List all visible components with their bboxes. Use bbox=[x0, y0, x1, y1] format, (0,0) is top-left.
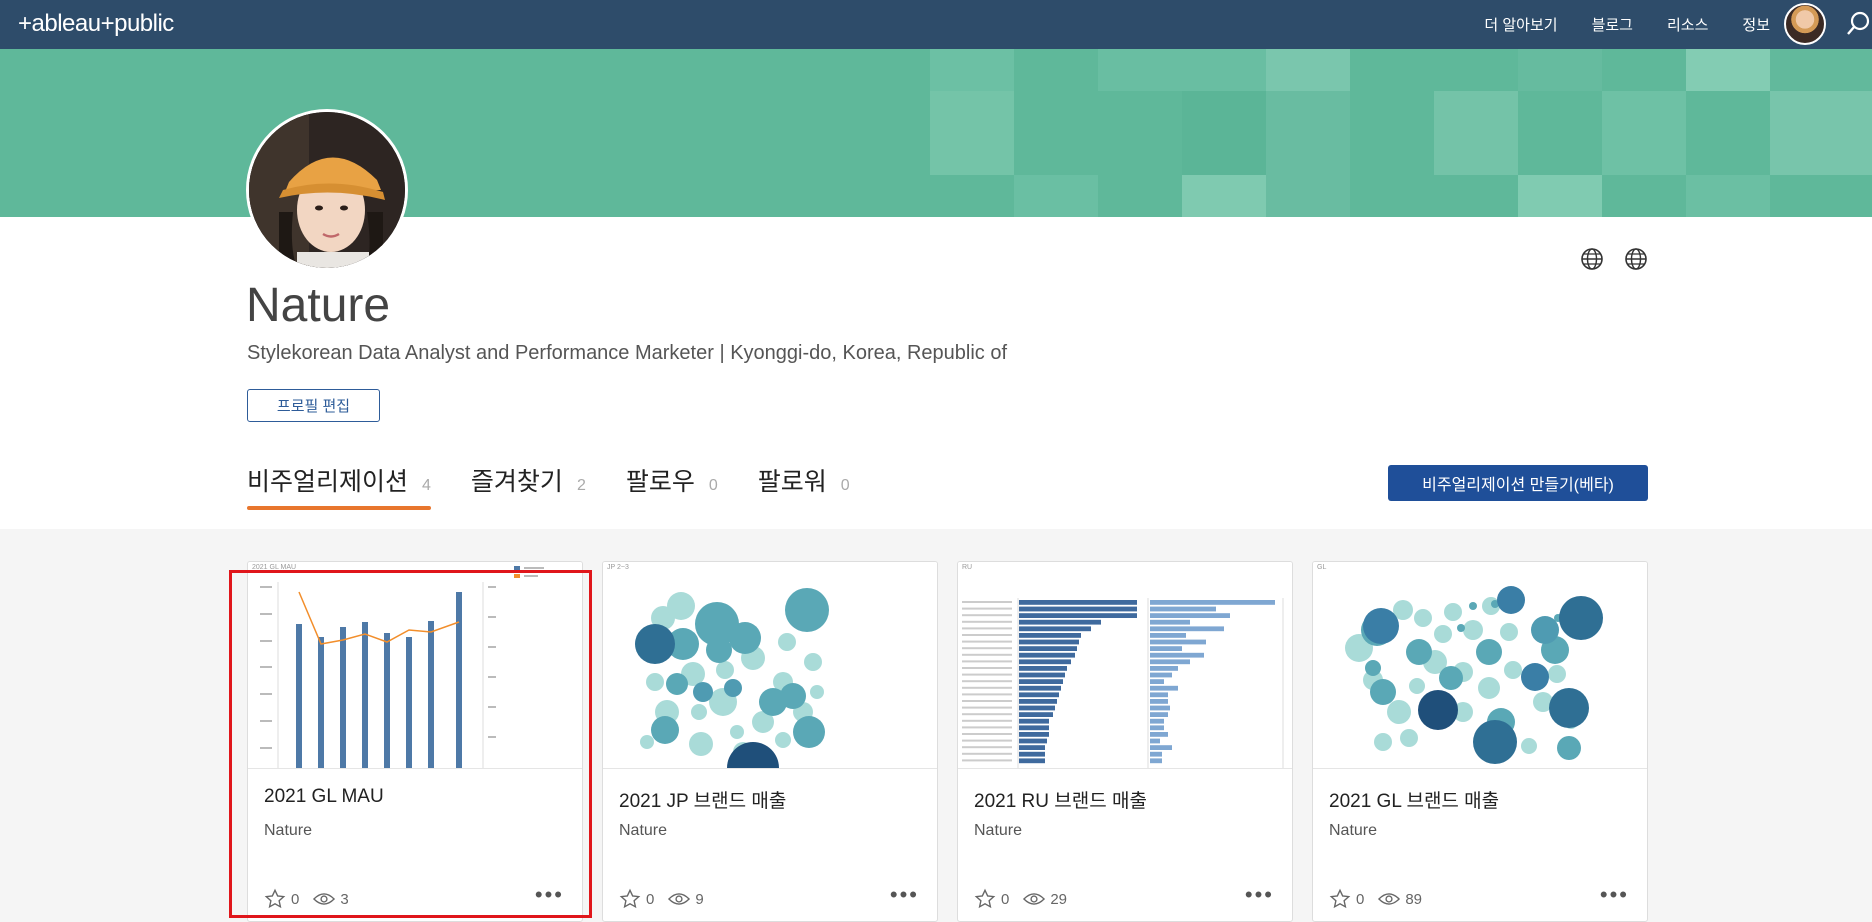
create-visualization-button[interactable]: 비주얼리제이션 만들기(베타) bbox=[1388, 465, 1648, 501]
viz-stats: 0 89 bbox=[1329, 888, 1436, 910]
viz-title[interactable]: 2021 GL MAU bbox=[264, 786, 384, 808]
favorite-count: 0 bbox=[646, 890, 655, 908]
tab-label: 팔로워 bbox=[757, 468, 827, 496]
globe-icon[interactable] bbox=[1624, 247, 1648, 271]
viz-card[interactable]: JP 2~3 2021 JP 브랜드 매출 Nature 0 9 ••• bbox=[602, 561, 938, 922]
thumbnail-header: 2021 GL MAU bbox=[252, 564, 297, 571]
thumbnail-header: GL bbox=[1317, 564, 1327, 571]
viz-thumbnail[interactable]: JP 2~3 bbox=[603, 562, 937, 769]
tab-count: 4 bbox=[422, 477, 431, 494]
viz-author[interactable]: Nature bbox=[974, 822, 1022, 840]
tab-label: 비주얼리제이션 bbox=[247, 468, 409, 496]
favorite-count: 0 bbox=[1356, 890, 1365, 908]
eye-icon bbox=[313, 893, 336, 905]
viz-thumbnail[interactable]: RU bbox=[958, 562, 1292, 769]
profile-description: Stylekorean Data Analyst and Performance… bbox=[247, 342, 1008, 364]
viz-title[interactable]: 2021 GL 브랜드 매출 bbox=[1329, 786, 1499, 813]
nav-link-learn-more[interactable]: 더 알아보기 bbox=[1484, 14, 1557, 35]
tab-label: 팔로우 bbox=[625, 468, 695, 496]
viz-stats: 0 29 bbox=[974, 888, 1081, 910]
view-count: 3 bbox=[340, 890, 349, 908]
viz-card[interactable]: 2021 GL MAU 2021 GL MAU Nature 0 3 ••• bbox=[247, 561, 583, 922]
nav-link-resources[interactable]: 리소스 bbox=[1667, 14, 1708, 35]
star-icon[interactable] bbox=[974, 888, 996, 910]
favorite-count: 0 bbox=[291, 890, 300, 908]
more-options-icon[interactable]: ••• bbox=[1245, 884, 1274, 906]
top-nav: +ableau+public 더 알아보기 블로그 리소스 정보 bbox=[0, 0, 1872, 49]
viz-title[interactable]: 2021 JP 브랜드 매출 bbox=[619, 786, 786, 813]
more-options-icon[interactable]: ••• bbox=[890, 884, 919, 906]
eye-icon bbox=[1023, 893, 1046, 905]
thumbnail-header: RU bbox=[962, 564, 973, 571]
viz-author[interactable]: Nature bbox=[619, 822, 667, 840]
more-options-icon[interactable]: ••• bbox=[535, 884, 564, 906]
eye-icon bbox=[1378, 893, 1401, 905]
nav-link-blog[interactable]: 블로그 bbox=[1592, 14, 1633, 35]
viz-thumbnail[interactable]: GL bbox=[1313, 562, 1647, 769]
view-count: 9 bbox=[695, 890, 704, 908]
viz-author[interactable]: Nature bbox=[264, 822, 312, 840]
viz-card[interactable]: GL 2021 GL 브랜드 매출 Nature 0 89 ••• bbox=[1312, 561, 1648, 922]
profile-tabs: 비주얼리제이션 4 즐겨찾기 2 팔로우 0 팔로워 0 bbox=[247, 462, 890, 510]
tab-favorites[interactable]: 즐겨찾기 2 bbox=[471, 462, 586, 506]
viz-stats: 0 9 bbox=[619, 888, 718, 910]
search-icon[interactable] bbox=[1846, 11, 1872, 37]
tab-label: 즐겨찾기 bbox=[470, 468, 563, 496]
viz-title[interactable]: 2021 RU 브랜드 매출 bbox=[974, 786, 1147, 813]
profile-name: Nature bbox=[246, 279, 391, 332]
star-icon[interactable] bbox=[264, 888, 286, 910]
nav-links: 더 알아보기 블로그 리소스 정보 bbox=[1450, 0, 1770, 49]
edit-profile-button[interactable]: 프로필 편집 bbox=[247, 389, 380, 422]
star-icon[interactable] bbox=[619, 888, 641, 910]
viz-card[interactable]: RU 2021 RU 브랜드 매출 Nature 0 29 ••• bbox=[957, 561, 1293, 922]
viz-thumbnail[interactable]: 2021 GL MAU bbox=[248, 562, 582, 769]
tableau-public-logo[interactable]: +ableau+public bbox=[18, 10, 174, 38]
tab-following[interactable]: 팔로우 0 bbox=[626, 462, 718, 506]
view-count: 89 bbox=[1405, 890, 1423, 908]
favorite-count: 0 bbox=[1001, 890, 1010, 908]
tab-visualizations[interactable]: 비주얼리제이션 4 bbox=[247, 462, 431, 510]
more-options-icon[interactable]: ••• bbox=[1600, 884, 1629, 906]
tab-count: 2 bbox=[576, 477, 586, 494]
globe-icon[interactable] bbox=[1580, 247, 1604, 271]
tab-count: 0 bbox=[708, 477, 718, 494]
profile-avatar bbox=[246, 109, 408, 271]
view-count: 29 bbox=[1050, 890, 1068, 908]
viz-stats: 0 3 bbox=[264, 888, 363, 910]
logo-text: +ableau+public bbox=[18, 10, 174, 37]
tab-followers[interactable]: 팔로워 0 bbox=[758, 462, 850, 506]
eye-icon bbox=[668, 893, 691, 905]
thumbnail-header: JP 2~3 bbox=[607, 564, 629, 571]
nav-link-info[interactable]: 정보 bbox=[1742, 14, 1770, 35]
star-icon[interactable] bbox=[1329, 888, 1351, 910]
viz-author[interactable]: Nature bbox=[1329, 822, 1377, 840]
tab-count: 0 bbox=[840, 477, 850, 494]
user-avatar[interactable] bbox=[1784, 3, 1826, 45]
